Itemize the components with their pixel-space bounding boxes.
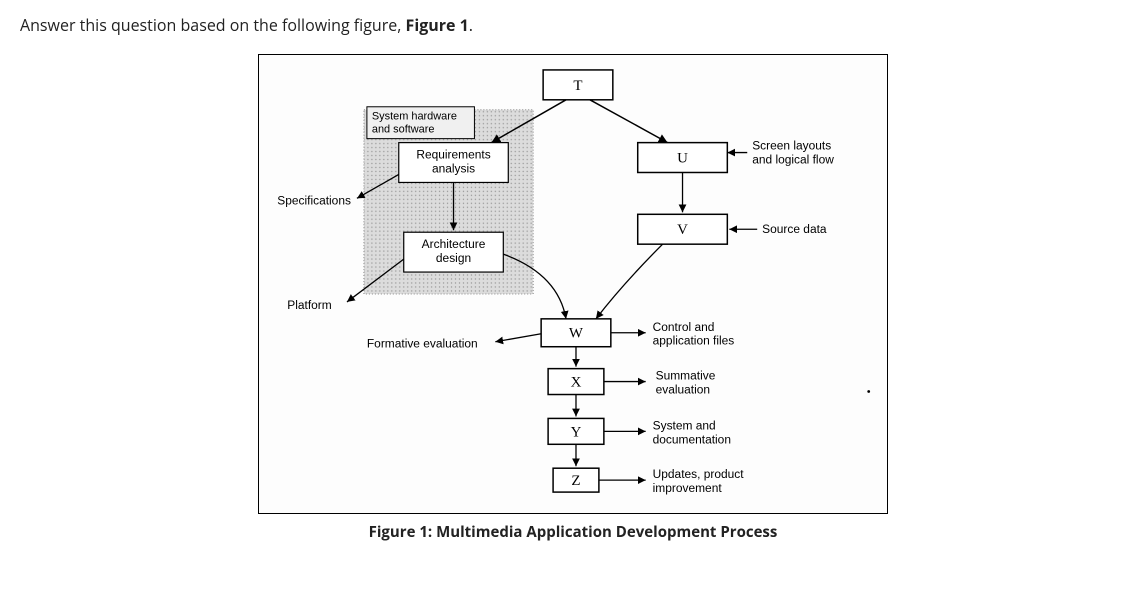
label-U: U xyxy=(677,151,688,167)
label-formative: Formative evaluation xyxy=(367,337,478,351)
label-summative-l2: evaluation xyxy=(656,383,710,397)
label-control-l1: Control and xyxy=(653,320,715,334)
decor-dot xyxy=(867,390,870,393)
label-updates-l1: Updates, product xyxy=(653,467,745,481)
label-platform: Platform xyxy=(287,298,332,312)
question-text: Answer this question based on the follow… xyxy=(20,14,1126,36)
label-T: T xyxy=(573,78,582,94)
label-sys-hw-sw-l2: and software xyxy=(372,124,435,136)
label-arch-design-l2: design xyxy=(436,251,471,265)
label-control-l2: application files xyxy=(653,334,735,348)
label-V: V xyxy=(677,222,688,238)
figure-diagram: System hardware and software T Requireme… xyxy=(258,54,888,514)
label-summative-l1: Summative xyxy=(656,369,716,383)
label-screen-l1: Screen layouts xyxy=(752,139,831,153)
question-prefix: Answer this question based on the follow… xyxy=(20,14,406,36)
label-sys-hw-sw-l1: System hardware xyxy=(372,111,457,123)
label-Z: Z xyxy=(571,473,580,489)
label-req-analysis-l1: Requirements xyxy=(416,148,490,162)
label-screen-l2: and logical flow xyxy=(752,153,834,167)
figure-wrapper: System hardware and software T Requireme… xyxy=(20,54,1126,542)
question-suffix: . xyxy=(469,14,473,36)
label-X: X xyxy=(571,375,582,391)
label-req-analysis-l2: analysis xyxy=(432,161,475,175)
question-bold: Figure 1 xyxy=(406,14,469,36)
label-arch-design-l1: Architecture xyxy=(422,237,486,251)
label-Y: Y xyxy=(571,424,582,440)
label-updates-l2: improvement xyxy=(653,481,723,495)
edge-T-to-U xyxy=(590,100,668,143)
label-specifications: Specifications xyxy=(277,193,351,207)
edge-V-to-W xyxy=(596,244,663,319)
label-sysdoc-l1: System and xyxy=(653,418,716,432)
label-sysdoc-l2: documentation xyxy=(653,432,731,446)
label-W: W xyxy=(569,326,584,342)
figure-caption: Figure 1: Multimedia Application Develop… xyxy=(20,522,1126,542)
label-source-data: Source data xyxy=(762,222,827,236)
edge-W-to-formative xyxy=(495,334,541,342)
